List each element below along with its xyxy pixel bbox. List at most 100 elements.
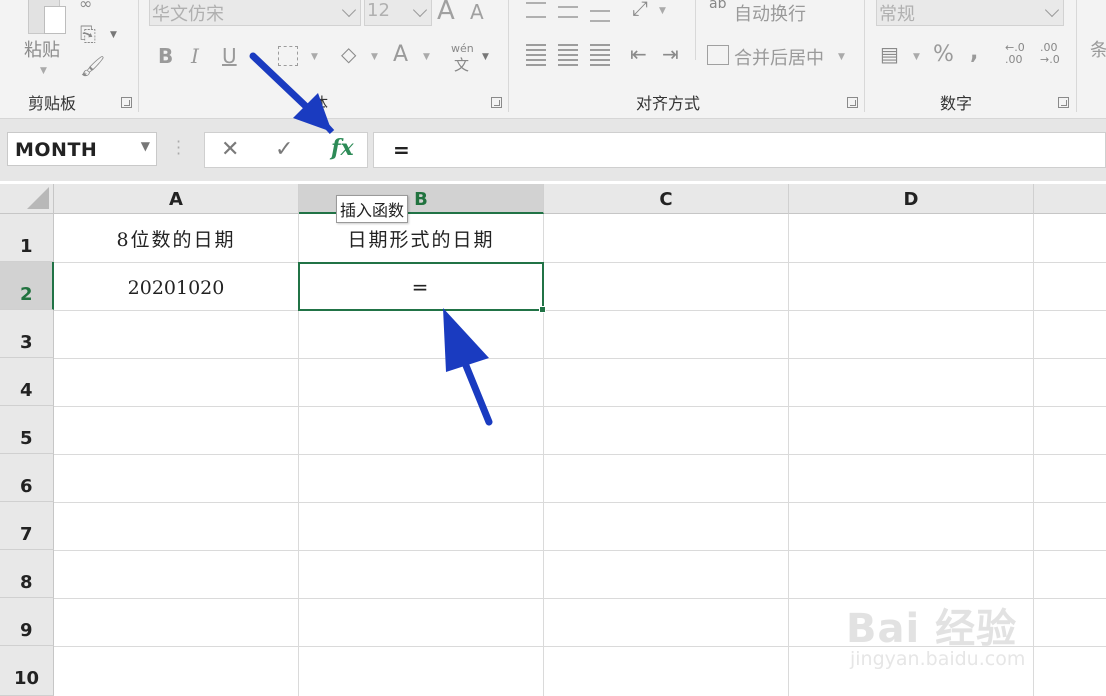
row-header-5[interactable]: 5	[0, 406, 54, 454]
insert-function-tooltip: 插入函数	[336, 195, 409, 223]
number-format-value: 常规	[879, 4, 915, 25]
merge-center-icon[interactable]	[707, 45, 729, 65]
name-box-value: MONTH	[15, 139, 98, 161]
ribbon-separator	[138, 0, 139, 112]
phonetic-guide-icon[interactable]: 文	[454, 54, 469, 75]
border-dropdown-icon[interactable]: ▼	[311, 52, 318, 62]
column-header-e[interactable]	[1034, 184, 1106, 214]
font-group-label: 体	[312, 94, 329, 113]
orientation-icon[interactable]: ⤢	[632, 0, 648, 18]
name-box[interactable]: MONTH ▼	[7, 132, 157, 166]
bottom-align-icon[interactable]	[590, 10, 610, 22]
font-size-combo[interactable]: 12	[364, 0, 432, 26]
font-dialog-launcher-icon[interactable]	[491, 97, 502, 108]
paste-label: 粘贴	[24, 40, 60, 61]
cell-b1[interactable]: 日期形式的日期	[298, 216, 544, 264]
cell-a1[interactable]: 8位数的日期	[54, 216, 298, 264]
formula-bar-grip-icon[interactable]: · · ·	[176, 134, 181, 162]
clipboard-group-label: 剪贴板	[28, 94, 77, 113]
row-header-8[interactable]: 8	[0, 550, 54, 598]
row-header-10[interactable]: 10	[0, 646, 54, 696]
font-size-value: 12	[367, 0, 390, 21]
align-right-icon[interactable]	[590, 44, 610, 66]
decrease-indent-icon[interactable]: ⇤	[630, 44, 647, 64]
middle-align-icon[interactable]	[558, 6, 578, 18]
paste-dropdown-icon[interactable]: ▼	[40, 66, 47, 76]
grow-font-icon[interactable]: A	[437, 0, 455, 26]
row-header-2[interactable]: 2	[0, 262, 54, 310]
column-header-a[interactable]: A	[54, 184, 299, 214]
format-painter-icon[interactable]: 🖌	[80, 56, 105, 76]
paste-button[interactable]: 粘贴 ▼	[18, 0, 74, 80]
fill-color-dropdown-icon[interactable]: ▼	[371, 52, 378, 62]
underline-button[interactable]: U	[222, 44, 237, 68]
chevron-down-icon	[1044, 0, 1060, 19]
phonetic-dropdown-icon[interactable]: ▼	[482, 52, 489, 62]
alignment-group-label: 对齐方式	[636, 94, 701, 113]
baidu-watermark: Bai 经验	[846, 606, 1018, 652]
orientation-dropdown-icon[interactable]: ▼	[659, 6, 666, 16]
merge-dropdown-icon[interactable]: ▼	[838, 52, 845, 62]
number-dialog-launcher-icon[interactable]	[1058, 97, 1069, 108]
copy-icon[interactable]: ⎘	[80, 24, 96, 44]
row-header-9[interactable]: 9	[0, 598, 54, 646]
ribbon: 粘贴 ▼ ∞ ⎘ ▼ 🖌 剪贴板 华文仿宋 12 A A B I U ▼ ◇ ▼…	[0, 0, 1106, 119]
row-header-4[interactable]: 4	[0, 358, 54, 406]
wrap-text-button[interactable]: 自动换行	[734, 0, 806, 26]
merge-center-button[interactable]: 合并后居中	[734, 44, 824, 70]
increase-decimal-button[interactable]: ←.0 .00	[1005, 42, 1025, 66]
comma-style-button[interactable]: ,	[970, 40, 978, 65]
chevron-down-icon[interactable]: ▼	[141, 139, 150, 153]
enter-button[interactable]: ✓	[275, 137, 293, 162]
cancel-button[interactable]: ✕	[221, 137, 239, 162]
formula-input[interactable]: =	[373, 132, 1106, 168]
wrap-text-icon[interactable]: ab	[709, 0, 726, 12]
row-header-6[interactable]: 6	[0, 454, 54, 502]
ribbon-separator	[1076, 0, 1077, 112]
clipboard-dialog-launcher-icon[interactable]	[121, 97, 132, 108]
chevron-down-icon	[341, 0, 357, 19]
font-name-combo[interactable]: 华文仿宋	[149, 0, 361, 26]
gridline	[54, 550, 1106, 551]
column-header-d[interactable]: D	[789, 184, 1034, 214]
number-format-combo[interactable]: 常规	[876, 0, 1064, 26]
copy-dropdown-icon[interactable]: ▼	[110, 30, 117, 40]
column-header-c[interactable]: C	[544, 184, 789, 214]
gridline	[788, 214, 789, 696]
percent-style-button[interactable]: %	[933, 42, 954, 67]
decrease-decimal-button[interactable]: .00 →.0	[1040, 42, 1060, 66]
italic-button[interactable]: I	[191, 44, 199, 68]
select-all-button[interactable]	[0, 184, 54, 214]
shrink-font-icon[interactable]: A	[470, 0, 484, 24]
conditional-format-button[interactable]: 条	[1090, 36, 1106, 62]
ribbon-separator	[508, 0, 509, 112]
increase-indent-icon[interactable]: ⇥	[662, 44, 679, 64]
align-center-icon[interactable]	[558, 44, 578, 66]
row-header-3[interactable]: 3	[0, 310, 54, 358]
ribbon-separator	[695, 0, 696, 60]
align-left-icon[interactable]	[526, 44, 546, 66]
row-header-7[interactable]: 7	[0, 502, 54, 550]
alignment-dialog-launcher-icon[interactable]	[847, 97, 858, 108]
top-align-icon[interactable]	[526, 2, 546, 18]
accounting-format-icon[interactable]: ▤	[880, 44, 899, 64]
chevron-down-icon	[412, 0, 428, 19]
accounting-dropdown-icon[interactable]: ▼	[913, 52, 920, 62]
border-icon[interactable]	[278, 46, 298, 66]
active-cell-border[interactable]	[298, 262, 546, 313]
worksheet-grid[interactable]: A B C D 1 2 3 4 5 6 7 8 9 10 8位数的日期 日期形式…	[0, 184, 1106, 696]
gridline	[54, 358, 1106, 359]
row-header-1[interactable]: 1	[0, 214, 54, 262]
font-color-dropdown-icon[interactable]: ▼	[423, 52, 430, 62]
paste-icon-sheet	[44, 6, 66, 34]
formula-buttons: ✕ ✓ fx	[204, 132, 368, 168]
font-name-value: 华文仿宋	[152, 4, 224, 25]
number-group-label: 数字	[940, 94, 973, 113]
baidu-watermark-url: jingyan.baidu.com	[850, 648, 1026, 670]
bold-button[interactable]: B	[158, 44, 173, 68]
cut-icon[interactable]: ∞	[79, 0, 92, 14]
cell-a2[interactable]: 20201020	[54, 264, 298, 312]
insert-function-button[interactable]: fx	[331, 135, 354, 161]
fill-color-icon[interactable]: ◇	[341, 44, 356, 64]
font-color-icon[interactable]: A	[393, 42, 408, 67]
